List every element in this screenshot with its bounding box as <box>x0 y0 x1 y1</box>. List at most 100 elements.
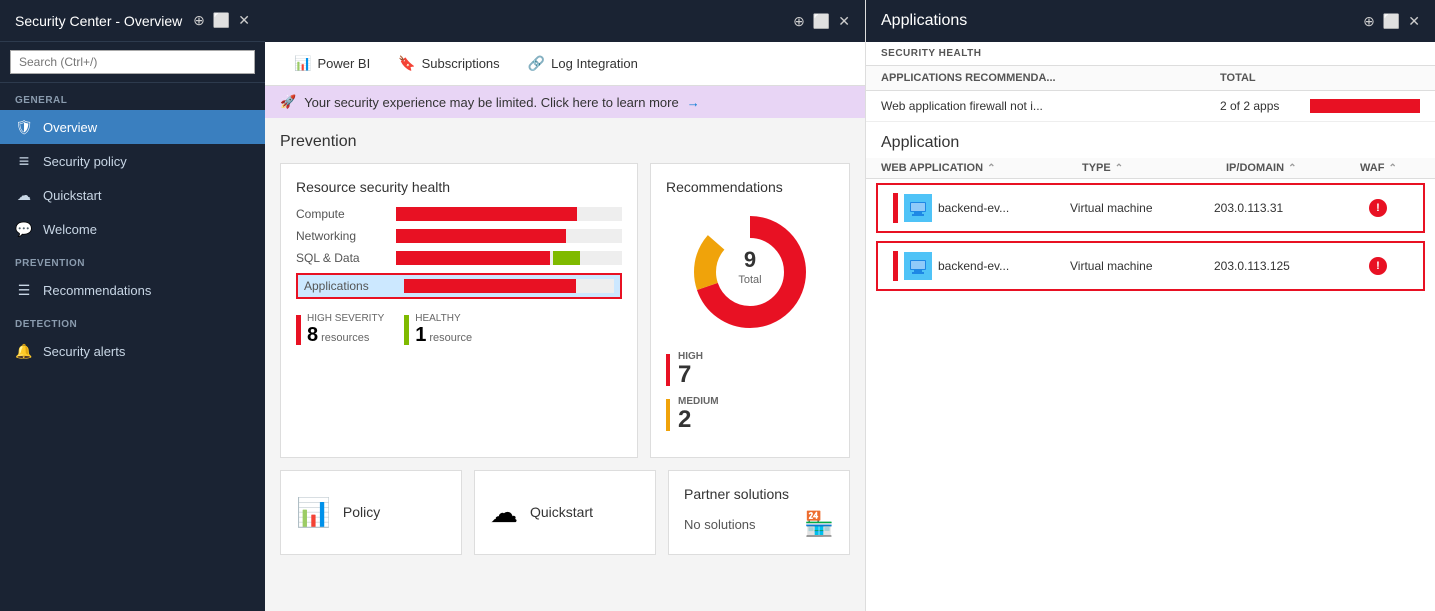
right-panel: Applications ⊕ ⬜ ✕ SECURITY HEALTH APPLI… <box>865 0 1435 611</box>
quickstart-bottom-icon: ☁ <box>490 496 518 529</box>
high-stat-text: HIGH 7 <box>678 351 703 388</box>
sidebar-item-overview-label: Overview <box>43 120 97 135</box>
policy-card[interactable]: 📊 Policy <box>280 470 462 555</box>
middle-pin-icon[interactable]: ⊕ <box>793 13 805 30</box>
bottom-cards-row: 📊 Policy ☁ Quickstart Partner solutions … <box>280 470 850 555</box>
stats-section: HIGH 7 MEDIUM 2 <box>666 351 834 434</box>
healthy-sub: resource <box>429 332 472 344</box>
high-severity-bar <box>296 315 301 345</box>
shield-icon: 🛡 <box>15 118 33 136</box>
sidebar-item-quickstart[interactable]: ☁ Quickstart <box>0 178 265 212</box>
sidebar-item-overview[interactable]: 🛡 Overview <box>0 110 265 144</box>
high-severity-sub: resources <box>321 332 369 344</box>
pin-icon[interactable]: ⊕ <box>193 12 205 29</box>
rec-row: Web application firewall not i... 2 of 2… <box>866 91 1435 122</box>
search-bar <box>0 42 265 83</box>
high-stat-row: HIGH 7 <box>666 351 834 388</box>
high-stat-value: 7 <box>678 362 703 388</box>
type-sort-icon[interactable]: ⌃ <box>1115 163 1123 174</box>
right-subtitle: SECURITY HEALTH <box>866 42 1435 66</box>
rec-bar <box>1310 99 1420 113</box>
close-icon[interactable]: ✕ <box>238 12 250 29</box>
general-section-label: GENERAL <box>0 83 265 110</box>
networking-bar-container <box>396 229 622 243</box>
app-table-row-1[interactable]: backend-ev... Virtual machine 203.0.113.… <box>876 183 1425 233</box>
app-row-2-waf-alert: ! <box>1369 257 1387 275</box>
app-row-1-name: backend-ev... <box>938 201 1009 215</box>
app-row-1-waf: ! <box>1348 199 1408 217</box>
subscriptions-label: Subscriptions <box>422 56 500 71</box>
log-integration-button[interactable]: 🔗 Log Integration <box>514 42 652 86</box>
prevention-section-label: PREVENTION <box>0 246 265 273</box>
app-row-1-ip: 203.0.113.31 <box>1214 201 1344 215</box>
web-app-sort-icon[interactable]: ⌃ <box>987 163 995 174</box>
applications-row-highlighted[interactable]: Applications <box>296 273 622 299</box>
left-title-bar: Security Center - Overview ⊕ ⬜ ✕ <box>0 0 265 42</box>
sql-bar-container <box>396 251 622 265</box>
applications-label: Applications <box>304 279 394 293</box>
quickstart-bottom-card[interactable]: ☁ Quickstart <box>474 470 656 555</box>
maximize-icon[interactable]: ⬜ <box>213 12 230 29</box>
right-pin-icon[interactable]: ⊕ <box>1363 13 1375 30</box>
high-severity-label: HIGH SEVERITY <box>307 313 384 324</box>
waf-col-label: WAF <box>1360 162 1384 174</box>
sidebar-item-welcome[interactable]: 💬 Welcome <box>0 212 265 246</box>
app-row-2-app: backend-ev... <box>893 251 1066 281</box>
resource-health-title: Resource security health <box>296 179 622 195</box>
resource-health-card: Resource security health Compute Network… <box>280 163 638 458</box>
rec-label: Web application firewall not i... <box>881 99 1210 113</box>
app-row-1-red-stripe <box>893 193 898 223</box>
prevention-title: Prevention <box>280 133 850 151</box>
applications-bar-red <box>404 279 576 293</box>
main-content: Prevention Resource security health Comp… <box>265 118 865 611</box>
healthy-count-row: 1 resource <box>415 324 472 347</box>
middle-maximize-icon[interactable]: ⬜ <box>813 13 830 30</box>
type-col-label: TYPE <box>1082 162 1111 174</box>
waf-sort-icon[interactable]: ⌃ <box>1388 163 1396 174</box>
medium-stat-text: MEDIUM 2 <box>678 396 719 433</box>
log-integration-icon: 🔗 <box>528 55 545 72</box>
sidebar-item-recommendations[interactable]: ☰ Recommendations <box>0 273 265 307</box>
right-close-icon[interactable]: ✕ <box>1408 13 1420 30</box>
promo-icon: 🚀 <box>280 94 296 110</box>
middle-close-icon[interactable]: ✕ <box>838 13 850 30</box>
app-row-1-icon <box>904 194 932 222</box>
promo-bar[interactable]: 🚀 Your security experience may be limite… <box>265 86 865 118</box>
app-row-1-app: backend-ev... <box>893 193 1066 223</box>
middle-panel: ⊕ ⬜ ✕ 📊 Power BI 🔖 Subscriptions 🔗 Log I… <box>265 0 865 611</box>
top-cards-row: Resource security health Compute Network… <box>280 163 850 458</box>
sidebar-item-recommendations-label: Recommendations <box>43 283 151 298</box>
sidebar-item-security-alerts[interactable]: 🔔 Security alerts <box>0 334 265 368</box>
ip-col-label: IP/DOMAIN <box>1226 162 1284 174</box>
search-input[interactable] <box>10 50 255 74</box>
compute-row: Compute <box>296 207 622 221</box>
partner-title: Partner solutions <box>684 486 834 502</box>
subscriptions-button[interactable]: 🔖 Subscriptions <box>384 42 513 86</box>
recommendations-card: Recommendations 9 Total <box>650 163 850 458</box>
alert-icon: 🔔 <box>15 342 33 360</box>
app-section-title: Application <box>866 122 1435 158</box>
power-bi-button[interactable]: 📊 Power BI <box>280 42 384 86</box>
right-title-bar: Applications ⊕ ⬜ ✕ <box>866 0 1435 42</box>
ip-sort-icon[interactable]: ⌃ <box>1288 163 1296 174</box>
promo-text: Your security experience may be limited.… <box>304 95 679 110</box>
web-app-col-header: WEB APPLICATION ⌃ <box>881 162 1078 174</box>
policy-icon: 📊 <box>296 496 331 529</box>
app-table-row-2[interactable]: backend-ev... Virtual machine 203.0.113.… <box>876 241 1425 291</box>
app-row-2-name: backend-ev... <box>938 259 1009 273</box>
sql-row: SQL & Data <box>296 251 622 265</box>
partner-store-icon: 🏪 <box>804 510 834 539</box>
rec-bar-container <box>1310 99 1420 113</box>
toolbar: 📊 Power BI 🔖 Subscriptions 🔗 Log Integra… <box>265 42 865 86</box>
welcome-icon: 💬 <box>15 220 33 238</box>
left-window-controls: ⊕ ⬜ ✕ <box>193 12 250 29</box>
log-integration-label: Log Integration <box>551 56 638 71</box>
compute-label: Compute <box>296 207 386 221</box>
app-row-2-icon <box>904 252 932 280</box>
sidebar-item-security-policy[interactable]: ≡ Security policy <box>0 144 265 178</box>
right-maximize-icon[interactable]: ⬜ <box>1383 13 1400 30</box>
vm-icon-1 <box>908 198 928 218</box>
svg-text:9: 9 <box>744 247 756 272</box>
partner-content: No solutions 🏪 <box>684 510 834 539</box>
healthy-item: HEALTHY 1 resource <box>404 313 472 347</box>
